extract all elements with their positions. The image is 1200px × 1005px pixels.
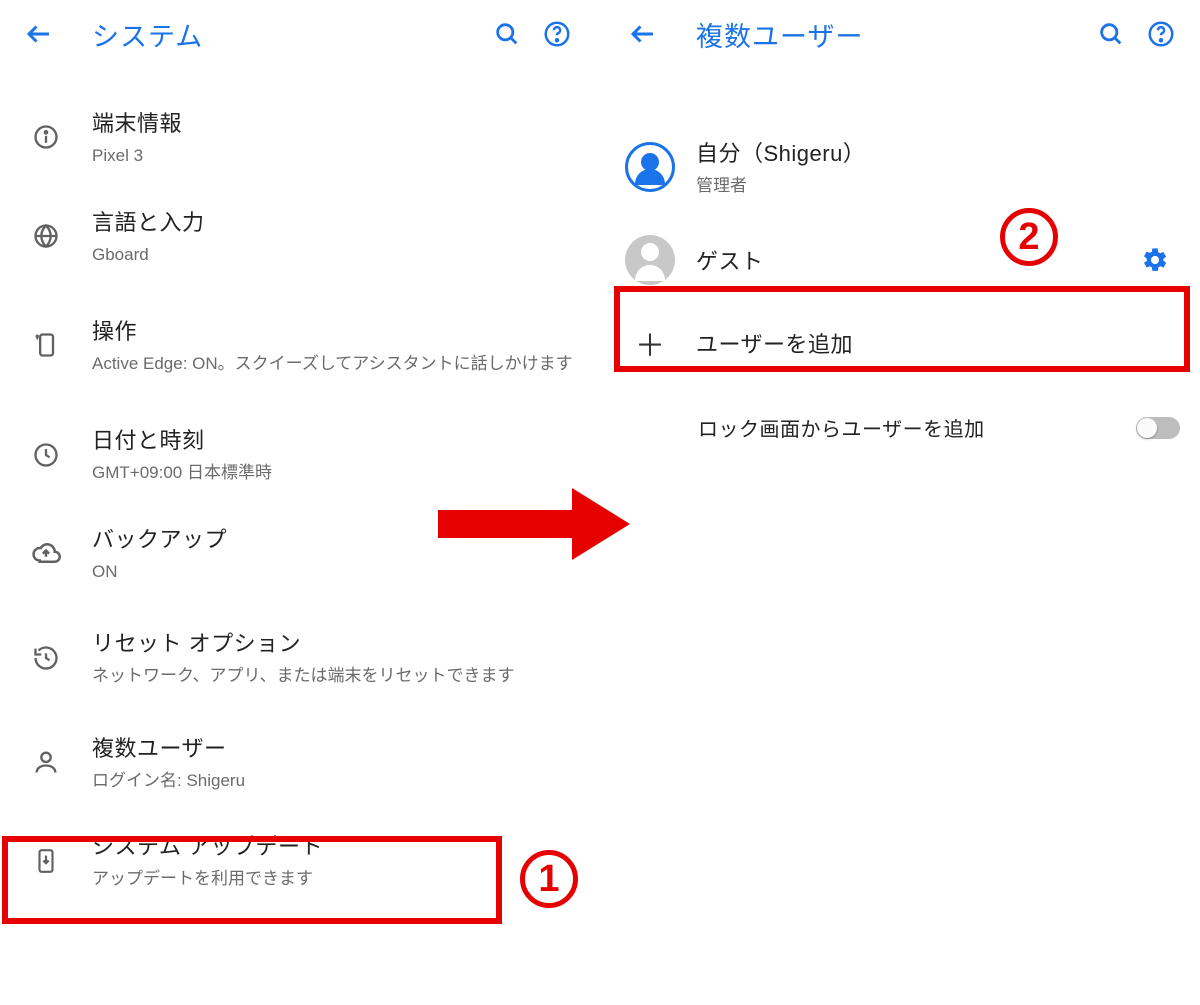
appbar: 複数ユーザー <box>604 0 1200 68</box>
row-backup[interactable]: バックアップ ON <box>0 504 596 603</box>
row-sub: Gboard <box>92 243 576 268</box>
appbar: システム <box>0 0 596 68</box>
row-add-from-lockscreen[interactable]: ロック画面からユーザーを追加 <box>604 383 1200 463</box>
row-title: 日付と時刻 <box>92 423 576 455</box>
back-arrow-icon[interactable] <box>618 9 668 59</box>
system-settings-screen: システム 端末情報 Pixel 3 <box>0 0 596 1005</box>
row-sub: Pixel 3 <box>92 144 576 169</box>
cloud-upload-icon <box>18 538 74 568</box>
row-guest-user[interactable]: ゲスト <box>604 217 1200 303</box>
search-icon[interactable] <box>1086 9 1136 59</box>
row-add-user[interactable]: ＋ ユーザーを追加 <box>604 303 1200 383</box>
globe-icon <box>18 222 74 250</box>
row-title: 複数ユーザー <box>92 731 576 763</box>
row-reset-options[interactable]: リセット オプション ネットワーク、アプリ、または端末をリセットできます <box>0 603 596 713</box>
row-sub: GMT+09:00 日本標準時 <box>92 461 576 486</box>
back-arrow-icon[interactable] <box>14 9 64 59</box>
row-language-input[interactable]: 言語と入力 Gboard <box>0 187 596 286</box>
row-title: 言語と入力 <box>92 205 576 237</box>
row-gestures[interactable]: 操作 Active Edge: ON。スクイーズしてアシスタントに話しかけます <box>0 285 596 405</box>
multiple-users-screen: 複数ユーザー 自分（Shigeru） 管理者 <box>604 0 1200 1005</box>
row-title: システム アップデート <box>92 829 576 861</box>
guest-settings-gear-icon[interactable] <box>1130 235 1180 285</box>
user-name: 自分（Shigeru） <box>696 136 1180 168</box>
row-title: ユーザーを追加 <box>696 327 1180 359</box>
users-list: 自分（Shigeru） 管理者 ゲスト ＋ ユーザーを追加 <box>604 68 1200 463</box>
user-name: ゲスト <box>696 244 1130 276</box>
row-date-time[interactable]: 日付と時刻 GMT+09:00 日本標準時 <box>0 405 596 504</box>
row-title: 端末情報 <box>92 106 576 138</box>
row-title: ロック画面からユーザーを追加 <box>698 413 1136 442</box>
search-icon[interactable] <box>482 9 532 59</box>
row-multiple-users[interactable]: 複数ユーザー ログイン名: Shigeru <box>0 713 596 812</box>
settings-list: 端末情報 Pixel 3 言語と入力 Gboard 操作 <box>0 68 596 910</box>
avatar-self-icon <box>622 142 678 192</box>
person-icon <box>18 748 74 776</box>
row-sub: ログイン名: Shigeru <box>92 769 576 794</box>
row-self-user[interactable]: 自分（Shigeru） 管理者 <box>604 118 1200 217</box>
info-icon <box>18 123 74 151</box>
plus-icon: ＋ <box>622 321 678 365</box>
row-title: バックアップ <box>92 522 576 554</box>
row-sub: ネットワーク、アプリ、または端末をリセットできます <box>92 664 576 689</box>
row-sub: ON <box>92 560 576 585</box>
user-role: 管理者 <box>696 174 1180 199</box>
help-icon[interactable] <box>532 9 582 59</box>
phone-sparkle-icon <box>18 331 74 359</box>
row-sub: アップデートを利用できます <box>92 867 576 892</box>
restore-icon <box>18 644 74 672</box>
row-sub: Active Edge: ON。スクイーズしてアシスタントに話しかけます <box>92 352 576 377</box>
help-icon[interactable] <box>1136 9 1186 59</box>
clock-icon <box>18 441 74 469</box>
system-update-icon <box>18 848 74 874</box>
row-title: リセット オプション <box>92 626 576 658</box>
row-device-info[interactable]: 端末情報 Pixel 3 <box>0 88 596 187</box>
page-title: システム <box>64 15 482 54</box>
row-system-update[interactable]: システム アップデート アップデートを利用できます <box>0 811 596 910</box>
page-title: 複数ユーザー <box>668 15 1086 54</box>
avatar-guest-icon <box>622 235 678 285</box>
row-title: 操作 <box>92 314 576 346</box>
toggle-switch[interactable] <box>1136 417 1180 439</box>
